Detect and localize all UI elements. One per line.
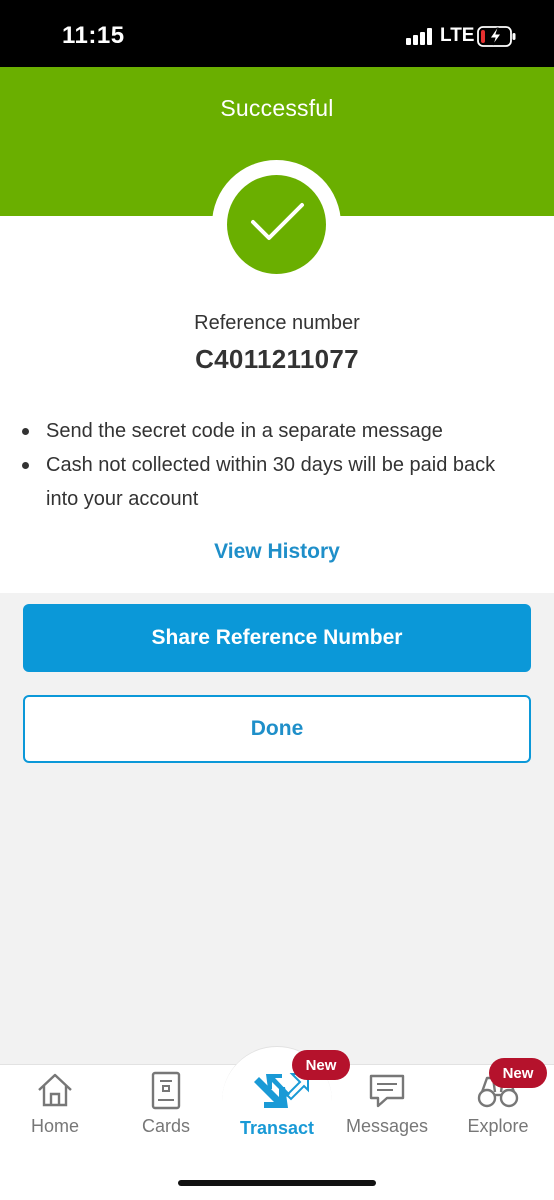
reference-number: C4011211077	[195, 344, 359, 374]
status-time: 11:15	[62, 22, 125, 49]
view-history-link[interactable]: View History	[0, 540, 554, 564]
done-button[interactable]: Done	[23, 695, 531, 763]
nav-item-messages[interactable]: Messages	[332, 1070, 442, 1150]
network-type: LTE	[440, 25, 475, 46]
notes-list: Send the secret code in a separate messa…	[22, 414, 522, 516]
note-text: Send the secret code in a separate messa…	[46, 420, 443, 442]
list-item: Send the secret code in a separate messa…	[22, 414, 522, 448]
nav-label-cards: Cards	[141, 1116, 190, 1136]
battery-charging-icon	[477, 26, 517, 47]
nav-label-transact: Transact	[239, 1118, 315, 1138]
nav-label-explore: Explore	[467, 1116, 529, 1136]
note-text: Cash not collected within 30 days will b…	[46, 454, 496, 510]
nav-label-home: Home	[30, 1116, 79, 1136]
home-icon	[38, 1073, 72, 1107]
home-indicator[interactable]	[178, 1180, 376, 1186]
checkmark-icon	[227, 175, 326, 274]
status-bar: 11:15 LTE	[0, 0, 554, 67]
page-title: Successful	[220, 95, 334, 121]
share-reference-button[interactable]: Share Reference Number	[23, 604, 531, 672]
screen: 11:15 LTE Successful Reference number C4…	[0, 0, 554, 1200]
signal-bars-icon	[406, 28, 434, 45]
cards-icon	[151, 1071, 181, 1110]
bullet-icon	[22, 462, 29, 469]
messages-icon	[369, 1074, 405, 1108]
nav-label-messages: Messages	[345, 1116, 429, 1136]
reference-label: Reference number	[194, 312, 360, 334]
new-badge-explore: New	[489, 1058, 547, 1088]
bullet-icon	[22, 428, 29, 435]
nav-item-transact[interactable]: Transact	[222, 1070, 332, 1150]
success-badge	[212, 160, 341, 289]
nav-item-home[interactable]: Home	[0, 1070, 110, 1150]
nav-item-cards[interactable]: Cards	[111, 1070, 221, 1150]
list-item: Cash not collected within 30 days will b…	[22, 448, 522, 516]
